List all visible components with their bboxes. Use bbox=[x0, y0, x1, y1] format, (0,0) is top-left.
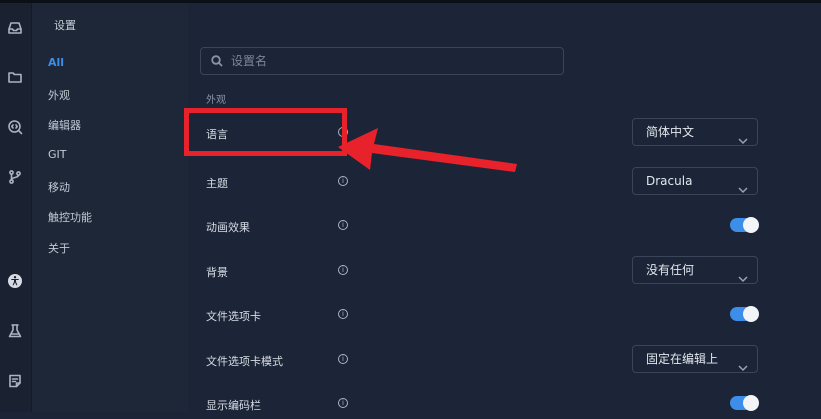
chevron-down-icon bbox=[738, 266, 748, 283]
animation-toggle[interactable] bbox=[730, 217, 759, 233]
setting-row-background: 背景 i 没有任何 bbox=[188, 256, 821, 286]
annotation-arrow bbox=[338, 128, 517, 172]
setting-row-file-tabs: 文件选项卡 i bbox=[188, 300, 821, 330]
settings-title: 设置 bbox=[54, 19, 76, 32]
chevron-down-icon bbox=[738, 177, 748, 194]
select-value: 没有任何 bbox=[646, 263, 695, 277]
flask-icon[interactable] bbox=[5, 321, 25, 341]
toggle-knob bbox=[743, 395, 759, 411]
annotation-highlight-box bbox=[184, 108, 347, 156]
nav-item-touch[interactable]: 触控功能 bbox=[48, 209, 92, 225]
file-tabs-toggle[interactable] bbox=[730, 306, 759, 322]
settings-nav: 设置 All 外观 编辑器 GIT 移动 触控功能 关于 bbox=[32, 3, 188, 412]
setting-row-file-tab-mode: 文件选项卡模式 i 固定在编辑上 bbox=[188, 345, 821, 375]
accessibility-icon[interactable] bbox=[5, 271, 25, 291]
theme-select[interactable]: Dracula bbox=[632, 167, 758, 195]
chevron-down-icon bbox=[738, 355, 748, 372]
activity-bar bbox=[0, 3, 32, 412]
setting-label: 背景 bbox=[206, 266, 228, 279]
nav-item-about[interactable]: 关于 bbox=[48, 240, 70, 256]
setting-label: 主题 bbox=[206, 177, 228, 190]
toggle-knob bbox=[743, 306, 759, 322]
toggle-knob bbox=[743, 217, 759, 233]
folder-icon[interactable] bbox=[5, 67, 25, 87]
encoding-bar-toggle[interactable] bbox=[730, 395, 759, 411]
nav-item-git[interactable]: GIT bbox=[48, 148, 67, 161]
chevron-down-icon bbox=[738, 128, 748, 145]
inbox-icon[interactable] bbox=[5, 18, 25, 38]
select-value: 固定在编辑上 bbox=[646, 352, 719, 366]
nav-item-mobile[interactable]: 移动 bbox=[48, 179, 70, 195]
select-value: 简体中文 bbox=[646, 125, 695, 139]
settings-content: 外观 语言 i 简体中文 主题 i Dracula 动画效果 i 背景 i 没有… bbox=[188, 3, 821, 412]
search-icon bbox=[211, 55, 223, 67]
nav-item-editor[interactable]: 编辑器 bbox=[48, 117, 81, 133]
git-branch-icon[interactable] bbox=[5, 167, 25, 187]
setting-label: 文件选项卡模式 bbox=[206, 355, 283, 368]
info-icon[interactable]: i bbox=[338, 220, 348, 230]
info-icon[interactable]: i bbox=[338, 398, 348, 408]
info-icon[interactable]: i bbox=[338, 265, 348, 275]
file-tab-mode-select[interactable]: 固定在编辑上 bbox=[632, 345, 758, 373]
note-icon[interactable] bbox=[5, 371, 25, 391]
section-label-appearance: 外观 bbox=[206, 95, 226, 106]
nav-item-appearance[interactable]: 外观 bbox=[48, 87, 70, 103]
background-select[interactable]: 没有任何 bbox=[632, 256, 758, 284]
search-code-icon[interactable] bbox=[5, 117, 25, 137]
setting-label: 文件选项卡 bbox=[206, 310, 261, 323]
setting-row-animation: 动画效果 i bbox=[188, 211, 821, 241]
settings-search-box[interactable] bbox=[200, 47, 564, 75]
setting-row-show-encoding-bar: 显示编码栏 i bbox=[188, 389, 821, 419]
setting-label: 显示编码栏 bbox=[206, 399, 261, 412]
info-icon[interactable]: i bbox=[338, 309, 348, 319]
settings-search-input[interactable] bbox=[229, 53, 553, 69]
nav-item-all[interactable]: All bbox=[48, 56, 64, 69]
language-select[interactable]: 简体中文 bbox=[632, 118, 758, 146]
setting-label: 动画效果 bbox=[206, 221, 250, 234]
info-icon[interactable]: i bbox=[338, 354, 348, 364]
select-value: Dracula bbox=[646, 174, 693, 188]
